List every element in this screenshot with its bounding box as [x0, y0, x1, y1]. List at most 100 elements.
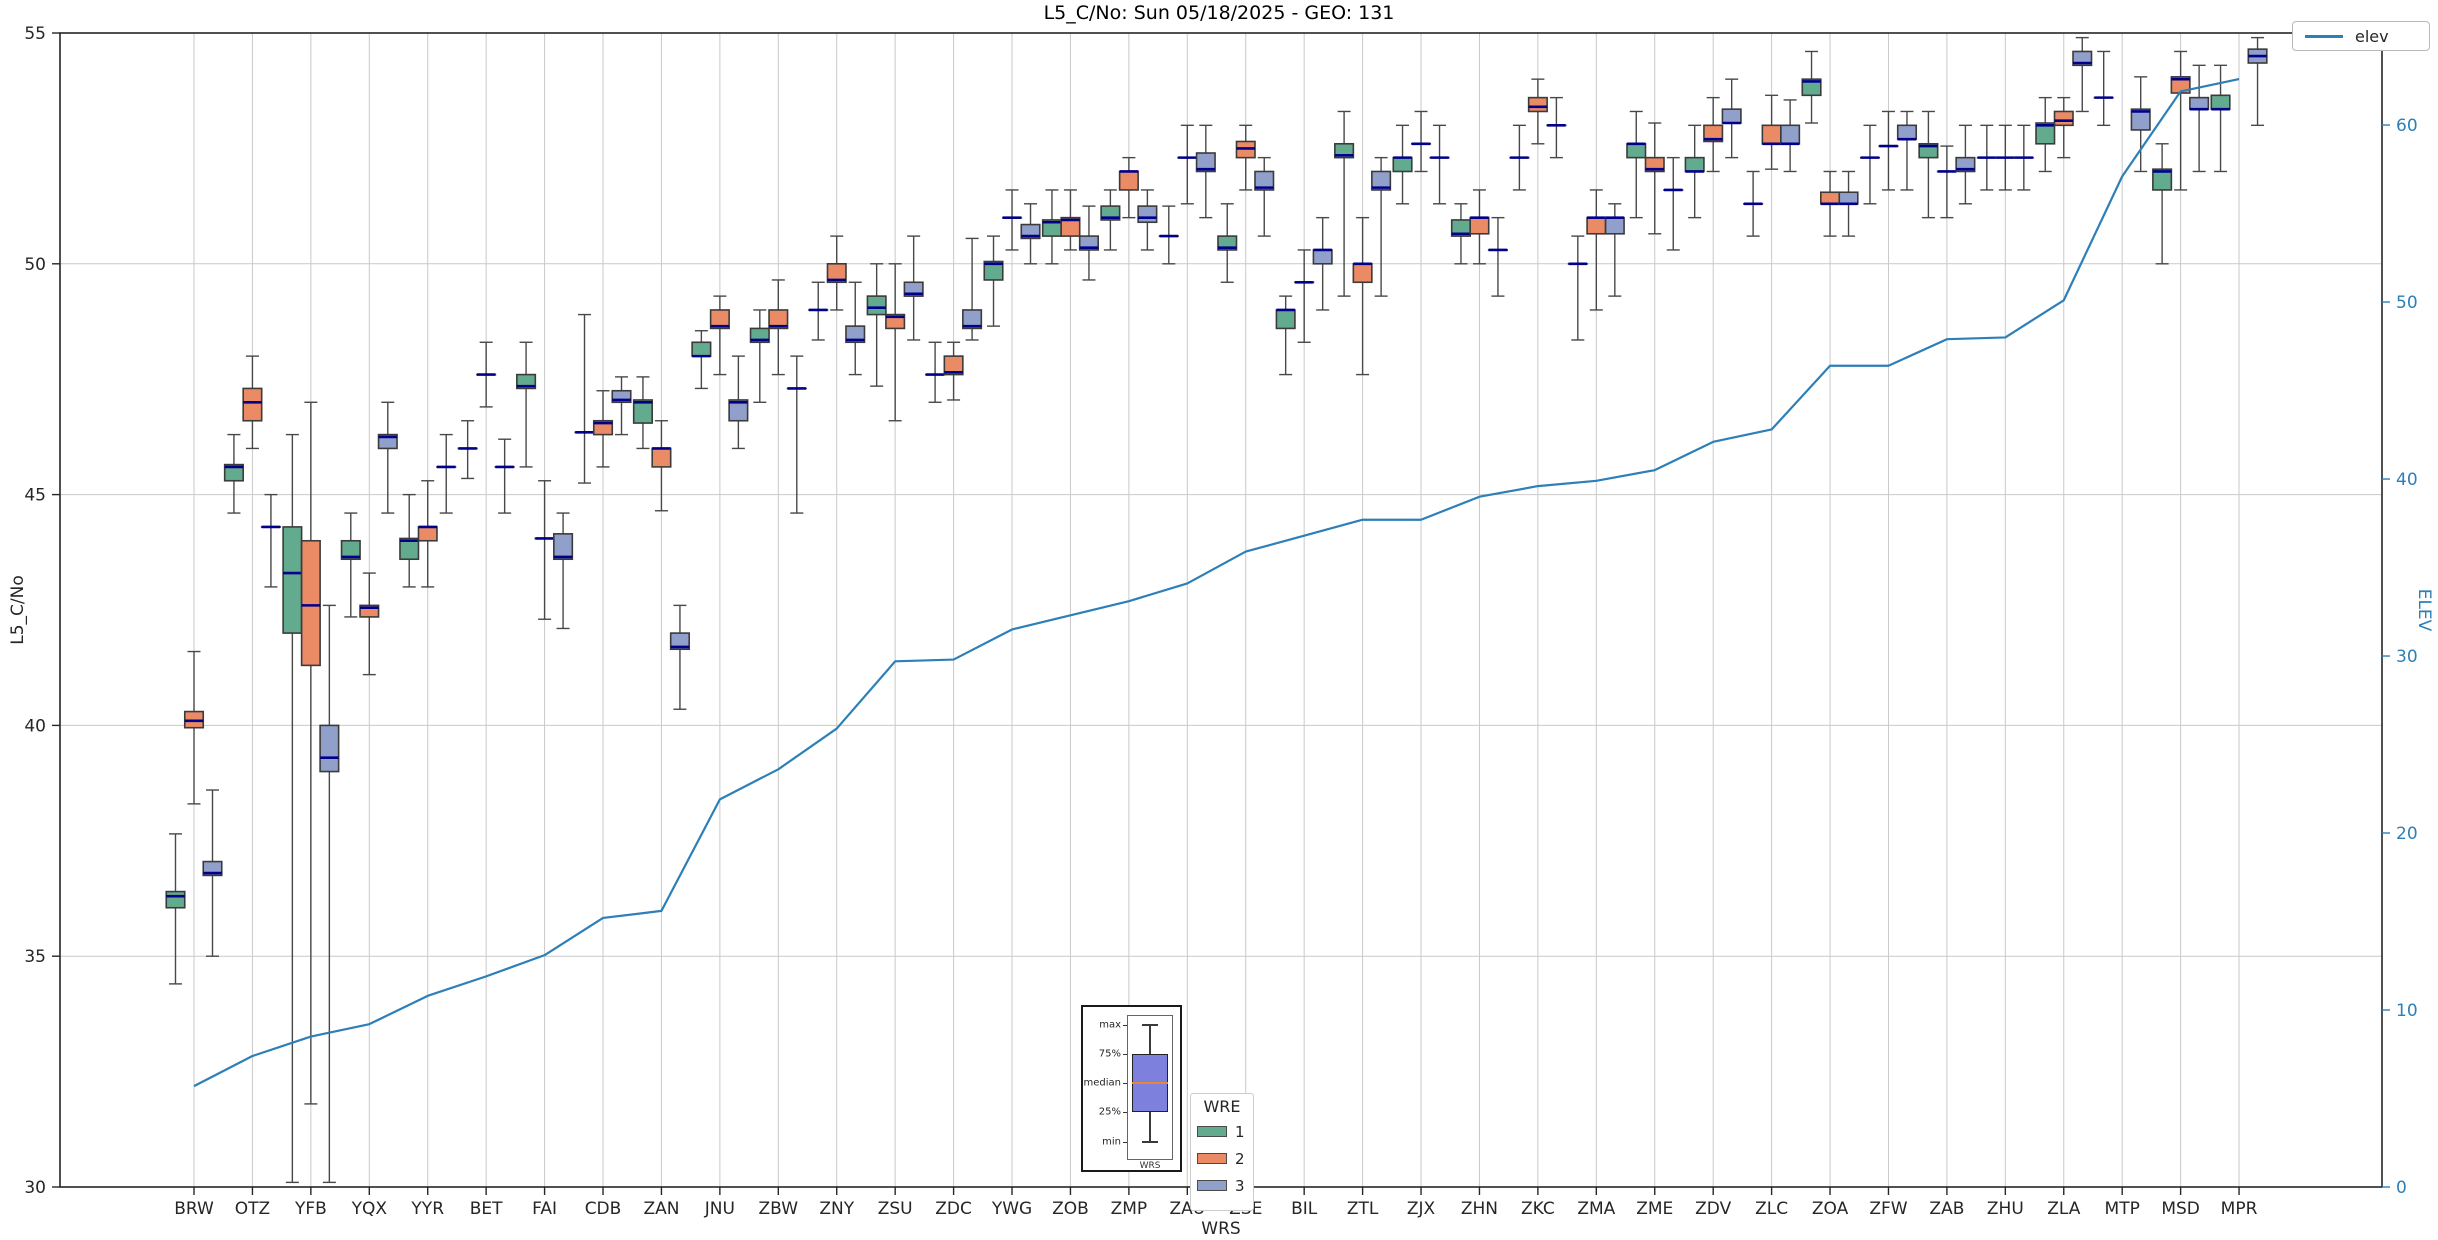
box-ZNY-wre2	[826, 235, 847, 311]
box-BRW-wre3	[202, 789, 223, 957]
wre-legend-item-2: 2	[1191, 1143, 1253, 1170]
y-axis-label-right: ELEV	[2414, 588, 2434, 632]
inset-median-line	[1132, 1082, 1168, 1084]
inset-label-75: 75%	[1098, 1048, 1121, 1060]
box-ZMP-wre3	[1137, 189, 1158, 251]
box-MTP-wre1	[2093, 50, 2114, 127]
box-ZSU-wre1	[866, 263, 887, 387]
box-ZTL-wre1	[1334, 110, 1355, 297]
inset-label-min: min	[1102, 1136, 1121, 1148]
x-axis-label: WRS	[1201, 1219, 1241, 1239]
x-tick-label-ZKC: ZKC	[1521, 1199, 1555, 1219]
box-BET-wre2	[476, 341, 497, 408]
wre-legend: WRE 1 2 3	[1190, 1093, 1254, 1211]
box-ZSU-wre2	[885, 263, 906, 422]
box-ZFW-wre3	[1896, 110, 1918, 191]
box-ZBW-wre1	[749, 309, 770, 403]
box-ZKC-wre2	[1527, 78, 1548, 145]
axes-spines	[59, 32, 2383, 1188]
box-BIL-wre1	[1275, 295, 1296, 376]
box-MSD-wre3	[2189, 64, 2210, 173]
x-tick-label-ZHN: ZHN	[1461, 1199, 1498, 1219]
box-BET-wre3	[494, 438, 515, 514]
x-tick-label-ZMP: ZMP	[1111, 1199, 1148, 1219]
x-tick-label-ZLC: ZLC	[1755, 1199, 1788, 1219]
x-tick-label-ZAB: ZAB	[1929, 1199, 1964, 1219]
box-YQX-wre1	[340, 512, 361, 618]
box-ZFW-wre2	[1878, 110, 1899, 191]
box-ZAB-wre2	[1936, 145, 1957, 219]
box-ZOB-wre1	[1041, 189, 1062, 265]
y2-tick-label-40: 40	[2396, 470, 2418, 490]
x-tick-label-BRW: BRW	[174, 1199, 214, 1219]
box-ZMA-wre1	[1567, 235, 1588, 341]
box-ZME-wre1	[1626, 110, 1647, 219]
box-ZLC-wre2	[1761, 94, 1782, 170]
box-ZNY-wre1	[808, 281, 829, 341]
x-tick-label-CDB: CDB	[585, 1199, 622, 1219]
x-tick-label-MPR: MPR	[2221, 1199, 2258, 1219]
wre-legend-item-3: 3	[1191, 1170, 1253, 1197]
x-tick-label-YQX: YQX	[351, 1199, 388, 1219]
box-BET-wre1	[457, 420, 478, 480]
wre-legend-item-1: 1	[1191, 1116, 1253, 1143]
box-BIL-wre3	[1312, 216, 1333, 311]
box-MPR-wre3	[2247, 36, 2268, 127]
box-FAI-wre1	[516, 341, 537, 468]
plot-area: 30 35 40 45 50 55 0 10 20 30 40 50 60 BRW OTZ YFB YQX YYR…	[24, 24, 2418, 1219]
box-YYR-wre3	[436, 433, 457, 514]
chart-title: L5_C/No: Sun 05/18/2025 - GEO: 131	[1043, 2, 1395, 24]
box-YWG-wre3	[1020, 203, 1041, 265]
x-tick-label-ZOA: ZOA	[1812, 1199, 1849, 1219]
box-JNU-wre1	[691, 330, 712, 390]
boxplot-chart: 30 35 40 45 50 55 0 10 20 30 40 50 60 BRW OTZ YFB YQX YYR…	[0, 0, 2438, 1240]
box-ZBW-wre2	[768, 279, 789, 376]
box-ZLA-wre2	[2053, 96, 2074, 159]
inset-label-25: 25%	[1098, 1106, 1121, 1118]
box-ZAU-wre3	[1195, 124, 1216, 219]
box-YYR-wre1	[399, 493, 420, 588]
box-YWG-wre2	[1001, 189, 1023, 251]
box-OTZ-wre2	[242, 355, 263, 450]
box-YFB-wre1	[282, 433, 303, 1184]
box-CDB-wre3	[611, 376, 632, 436]
box-ZKC-wre3	[1546, 96, 1567, 159]
x-tick-label-BET: BET	[470, 1199, 503, 1219]
wre-legend-label-2: 2	[1235, 1149, 1245, 1168]
box-ZME-wre3	[1663, 156, 1684, 251]
elev-line	[193, 77, 2240, 1088]
box-ZFW-wre1	[1859, 124, 1881, 205]
y-tick-label-55: 55	[24, 24, 46, 44]
x-tick-label-ZHU: ZHU	[1987, 1199, 2024, 1219]
y-axis-label-left: L5_C/No	[8, 575, 28, 645]
x-tick-label-ZLA: ZLA	[2047, 1199, 2081, 1219]
elev-line-swatch-icon	[2305, 34, 2343, 38]
box-YQX-wre3	[377, 401, 398, 514]
box-MSD-wre1	[2152, 143, 2173, 265]
wre-legend-label-1: 1	[1235, 1122, 1245, 1141]
y2-tick-label-60: 60	[2396, 116, 2418, 136]
x-tick-label-YYR: YYR	[410, 1199, 444, 1219]
box-ZSE-wre1	[1217, 203, 1238, 283]
x-tick-label-MSD: MSD	[2161, 1199, 2200, 1219]
box-ZDC-wre3	[962, 237, 983, 341]
box-FAI-wre2	[534, 480, 555, 620]
box-ZHU-wre1	[1976, 124, 1997, 191]
box-ZLC-wre1	[1743, 170, 1764, 237]
box-ZNY-wre3	[845, 281, 866, 376]
y2-tick-label-10: 10	[2396, 1001, 2418, 1021]
box-ZAN-wre3	[669, 604, 690, 710]
box-ZSE-wre2	[1235, 124, 1256, 191]
x-tick-label-YWG: YWG	[991, 1199, 1032, 1219]
inset-label-max: max	[1099, 1019, 1121, 1031]
elev-legend: elev	[2292, 21, 2430, 51]
box-YWG-wre1	[983, 235, 1004, 327]
y2-tick-label-50: 50	[2396, 293, 2418, 313]
y-tick-label-40: 40	[24, 716, 46, 736]
box-ZLA-wre1	[2035, 96, 2056, 173]
box-ZAB-wre1	[1918, 110, 1939, 219]
wre-legend-title: WRE	[1203, 1097, 1241, 1116]
box-ZHN-wre1	[1450, 203, 1472, 265]
wre-legend-label-3: 3	[1235, 1176, 1245, 1195]
inset-cap-max	[1142, 1024, 1158, 1026]
